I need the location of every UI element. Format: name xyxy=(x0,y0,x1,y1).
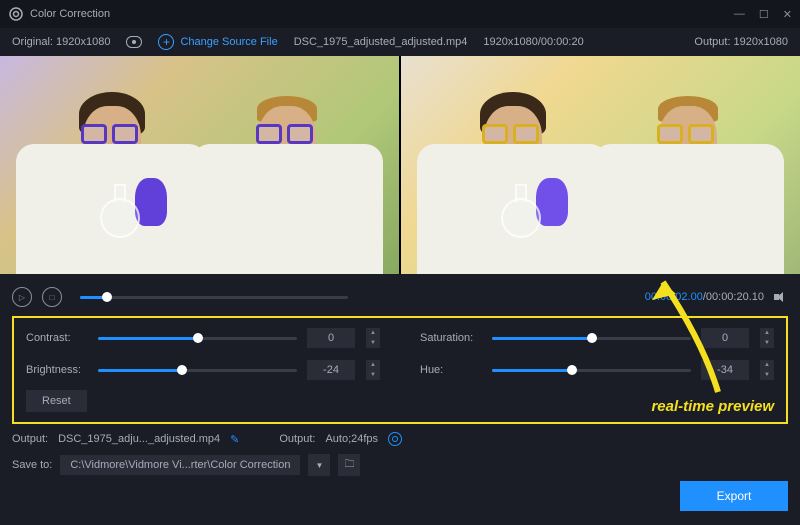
contrast-stepper[interactable]: ▲▼ xyxy=(366,328,380,348)
open-folder-button[interactable]: 🗀 xyxy=(338,454,360,476)
play-button[interactable]: ▷ xyxy=(12,287,32,307)
timecode: 00:00:02.00/00:00:20.10 xyxy=(645,291,764,303)
plus-icon: + xyxy=(158,34,174,50)
preview-area xyxy=(0,56,800,274)
source-meta: 1920x1080/00:00:20 xyxy=(483,36,583,48)
hue-label: Hue: xyxy=(420,364,482,376)
gear-icon[interactable] xyxy=(388,432,402,446)
eye-icon[interactable] xyxy=(126,36,142,48)
saturation-stepper[interactable]: ▲▼ xyxy=(760,328,774,348)
save-to-label: Save to: xyxy=(12,459,52,471)
preview-output xyxy=(401,56,800,274)
saturation-value[interactable]: 0 xyxy=(701,328,749,348)
stop-button[interactable]: □ xyxy=(42,287,62,307)
output-format-value: Auto;24fps xyxy=(325,433,378,445)
close-button[interactable]: ✕ xyxy=(783,8,792,21)
app-logo-icon xyxy=(8,6,24,22)
minimize-button[interactable]: — xyxy=(734,8,745,20)
contrast-row: Contrast: 0 ▲▼ xyxy=(26,328,380,348)
path-dropdown[interactable]: ▼ xyxy=(308,454,330,476)
contrast-label: Contrast: xyxy=(26,332,88,344)
saturation-row: Saturation: 0 ▲▼ xyxy=(420,328,774,348)
output-file-label: Output: xyxy=(12,433,48,445)
brightness-row: Brightness: -24 ▲▼ xyxy=(26,360,380,380)
edit-icon[interactable]: ✎ xyxy=(230,433,239,446)
playback-bar: ▷ □ 00:00:02.00/00:00:20.10 xyxy=(0,282,800,312)
hue-value[interactable]: -34 xyxy=(701,360,749,380)
change-source-button[interactable]: + Change Source File xyxy=(158,34,277,50)
reset-button[interactable]: Reset xyxy=(26,390,87,412)
info-bar: Original: 1920x1080 + Change Source File… xyxy=(0,28,800,56)
save-path[interactable]: C:\Vidmore\Vidmore Vi...rter\Color Corre… xyxy=(60,455,300,475)
title-text: Color Correction xyxy=(30,8,110,20)
hue-stepper[interactable]: ▲▼ xyxy=(760,360,774,380)
output-format-label: Output: xyxy=(279,433,315,445)
source-filename: DSC_1975_adjusted_adjusted.mp4 xyxy=(294,36,468,48)
contrast-slider[interactable] xyxy=(98,337,297,340)
brightness-label: Brightness: xyxy=(26,364,88,376)
seek-slider[interactable] xyxy=(80,296,348,299)
title-bar: Color Correction — ☐ ✕ xyxy=(0,0,800,28)
maximize-button[interactable]: ☐ xyxy=(759,8,769,21)
output-resolution: Output: 1920x1080 xyxy=(694,36,788,48)
saturation-label: Saturation: xyxy=(420,332,482,344)
hue-slider[interactable] xyxy=(492,369,691,372)
output-file-name: DSC_1975_adju..._adjusted.mp4 xyxy=(58,433,220,445)
annotation-text: real-time preview xyxy=(651,398,774,415)
brightness-stepper[interactable]: ▲▼ xyxy=(366,360,380,380)
output-row: Output: DSC_1975_adju..._adjusted.mp4 ✎ … xyxy=(0,424,800,450)
preview-original xyxy=(0,56,399,274)
saturation-slider[interactable] xyxy=(492,337,691,340)
volume-icon[interactable] xyxy=(774,291,788,303)
hue-row: Hue: -34 ▲▼ xyxy=(420,360,774,380)
brightness-value[interactable]: -24 xyxy=(307,360,355,380)
original-resolution: Original: 1920x1080 xyxy=(12,36,110,48)
export-button[interactable]: Export xyxy=(680,481,788,511)
brightness-slider[interactable] xyxy=(98,369,297,372)
contrast-value[interactable]: 0 xyxy=(307,328,355,348)
